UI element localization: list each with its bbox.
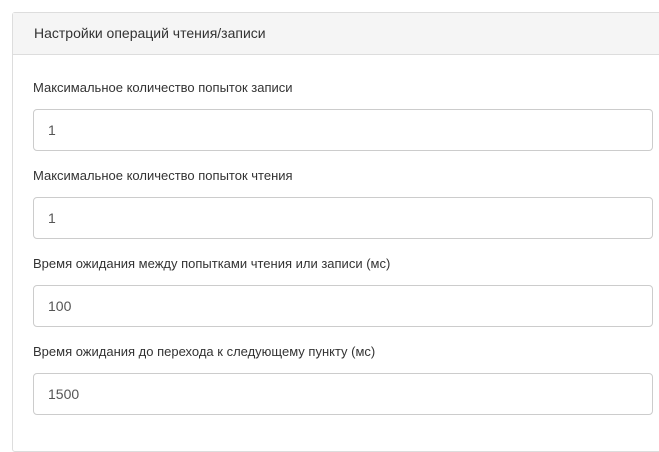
panel-title: Настройки операций чтения/записи (13, 13, 659, 55)
next-item-delay-group: Время ожидания до перехода к следующему … (33, 343, 659, 415)
max-read-attempts-label: Максимальное количество попыток чтения (33, 168, 293, 183)
read-write-settings-panel: Настройки операций чтения/записи Максима… (12, 12, 659, 452)
retry-delay-input[interactable] (33, 285, 653, 327)
max-write-attempts-label: Максимальное количество попыток записи (33, 80, 293, 95)
retry-delay-group: Время ожидания между попытками чтения ил… (33, 255, 659, 327)
next-item-delay-input[interactable] (33, 373, 653, 415)
max-write-attempts-input[interactable] (33, 109, 653, 151)
retry-delay-label: Время ожидания между попытками чтения ил… (33, 256, 391, 271)
next-item-delay-label: Время ожидания до перехода к следующему … (33, 344, 376, 359)
max-write-attempts-group: Максимальное количество попыток записи (33, 79, 659, 151)
max-read-attempts-group: Максимальное количество попыток чтения (33, 167, 659, 239)
max-read-attempts-input[interactable] (33, 197, 653, 239)
